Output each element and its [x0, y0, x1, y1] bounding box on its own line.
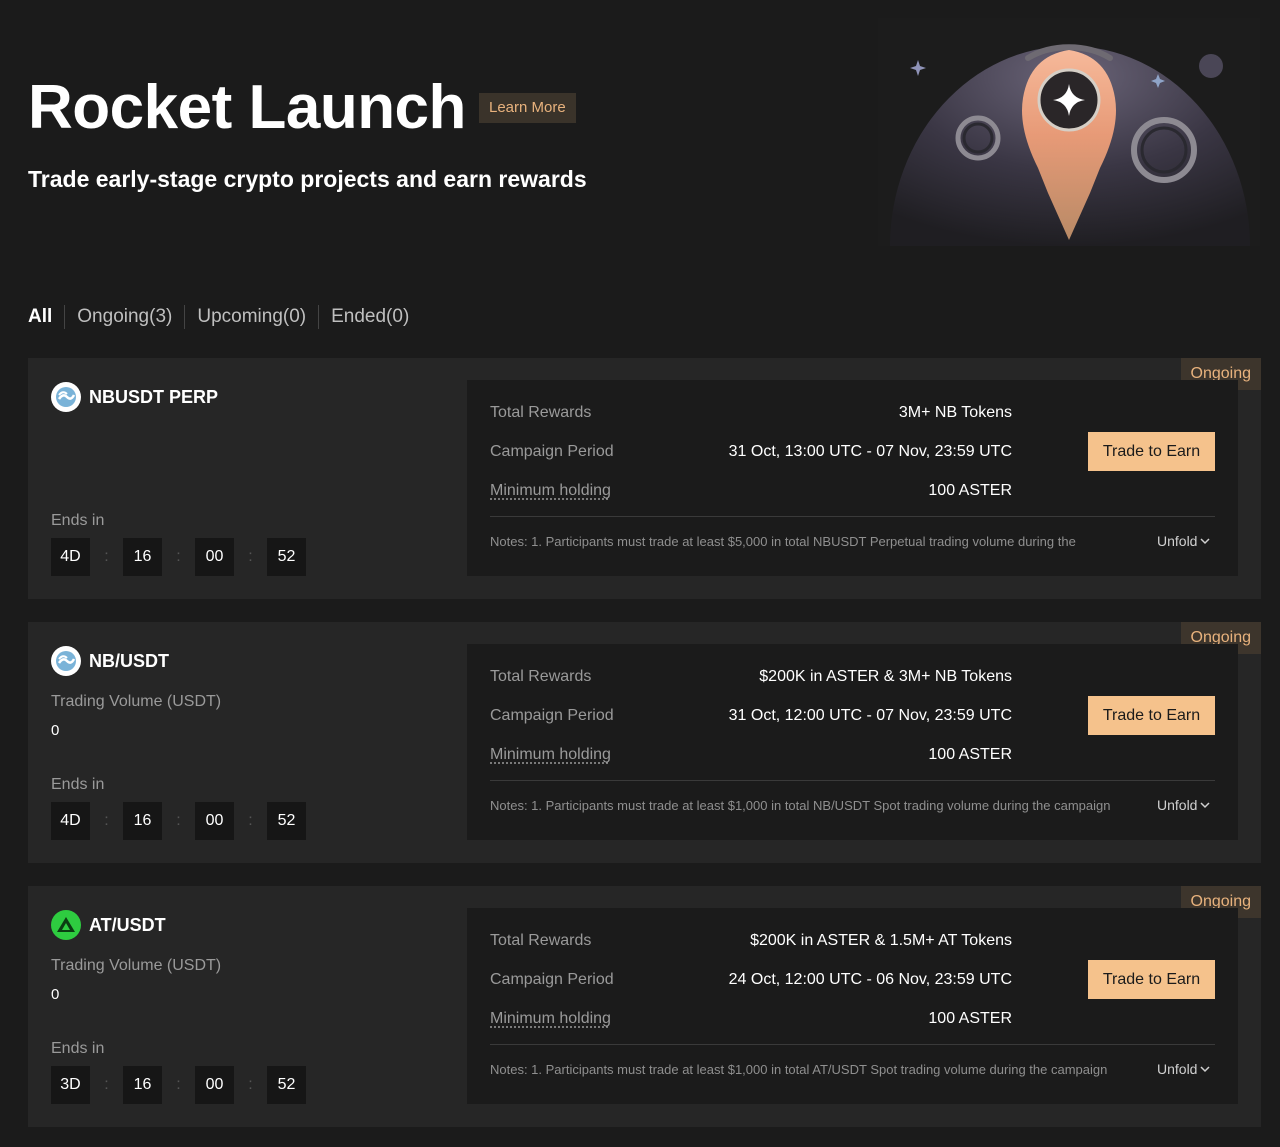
total-rewards-value: 3M+ NB Tokens: [898, 404, 1012, 421]
page-title: Rocket Launch: [28, 73, 466, 142]
countdown-separator: :: [104, 548, 109, 565]
countdown-separator: :: [104, 1076, 109, 1093]
countdown-days: 3D: [51, 1066, 90, 1104]
trade-to-earn-button[interactable]: Trade to Earn: [1088, 432, 1215, 471]
ends-in-label: Ends in: [51, 776, 105, 793]
campaign-card: Ongoing NBUSDT PERP Ends in 4D : 16 : 00…: [28, 358, 1261, 599]
unfold-label: Unfold: [1157, 1061, 1198, 1077]
campaign-card: Ongoing NB/USDT Trading Volume (USDT) 0 …: [28, 622, 1261, 863]
unfold-label: Unfold: [1157, 797, 1198, 813]
total-rewards-label: Total Rewards: [490, 404, 592, 421]
campaign-period-value: 31 Oct, 13:00 UTC - 07 Nov, 23:59 UTC: [728, 443, 1012, 460]
unfold-button[interactable]: Unfold: [1157, 1061, 1210, 1077]
learn-more-button[interactable]: Learn More: [479, 93, 576, 123]
tab-upcoming[interactable]: Upcoming(0): [197, 306, 306, 328]
divider: [490, 516, 1215, 517]
campaign-info-panel: Total Rewards $200K in ASTER & 1.5M+ AT …: [467, 908, 1238, 1104]
countdown-minutes: 00: [195, 538, 234, 576]
tab-divider: [184, 305, 186, 329]
campaign-info-panel: Total Rewards 3M+ NB Tokens Campaign Per…: [467, 380, 1238, 576]
campaign-period-value: 31 Oct, 12:00 UTC - 07 Nov, 23:59 UTC: [728, 707, 1012, 724]
countdown-timer: 4D : 16 : 00 : 52: [51, 538, 306, 576]
total-rewards-label: Total Rewards: [490, 932, 592, 949]
chevron-down-icon: [1200, 538, 1210, 545]
trading-volume-label: Trading Volume (USDT): [51, 957, 222, 974]
trading-pair: NB/USDT: [51, 646, 169, 676]
trading-pair: AT/USDT: [51, 910, 166, 940]
campaign-notes: Notes: 1. Participants must trade at lea…: [490, 534, 1076, 549]
minimum-holding-value: 100 ASTER: [928, 1010, 1012, 1027]
campaign-card: Ongoing AT/USDT Trading Volume (USDT) 0 …: [28, 886, 1261, 1127]
countdown-days: 4D: [51, 802, 90, 840]
countdown-timer: 3D : 16 : 00 : 52: [51, 1066, 306, 1104]
campaign-period-label: Campaign Period: [490, 707, 614, 724]
countdown-separator: :: [104, 812, 109, 829]
countdown-hours: 16: [123, 1066, 162, 1104]
unfold-button[interactable]: Unfold: [1157, 797, 1210, 813]
countdown-separator: :: [176, 1076, 181, 1093]
tab-ended[interactable]: Ended(0): [331, 306, 409, 328]
countdown-minutes: 00: [195, 1066, 234, 1104]
minimum-holding-label[interactable]: Minimum holding: [490, 746, 611, 764]
divider: [490, 1044, 1215, 1045]
trade-to-earn-button[interactable]: Trade to Earn: [1088, 960, 1215, 999]
countdown-separator: :: [248, 548, 253, 565]
campaign-period-label: Campaign Period: [490, 443, 614, 460]
rocket-launch-page: Rocket Launch Learn More Trade early-sta…: [0, 0, 1280, 1147]
trading-volume-value: 0: [51, 986, 60, 1003]
divider: [490, 780, 1215, 781]
campaign-info-panel: Total Rewards $200K in ASTER & 3M+ NB To…: [467, 644, 1238, 840]
campaign-period-label: Campaign Period: [490, 971, 614, 988]
countdown-separator: :: [248, 812, 253, 829]
total-rewards-value: $200K in ASTER & 1.5M+ AT Tokens: [750, 932, 1012, 949]
page-subtitle: Trade early-stage crypto projects and ea…: [28, 166, 587, 192]
tab-divider: [64, 305, 66, 329]
minimum-holding-label[interactable]: Minimum holding: [490, 482, 611, 500]
campaign-notes: Notes: 1. Participants must trade at lea…: [490, 798, 1111, 813]
trading-volume-label: Trading Volume (USDT): [51, 693, 222, 710]
pair-name: AT/USDT: [89, 914, 166, 935]
ends-in-label: Ends in: [51, 512, 105, 529]
countdown-minutes: 00: [195, 802, 234, 840]
unfold-button[interactable]: Unfold: [1157, 533, 1210, 549]
countdown-seconds: 52: [267, 538, 306, 576]
tab-all[interactable]: All: [28, 306, 52, 328]
nb-token-icon: [51, 382, 81, 412]
pair-name: NB/USDT: [89, 650, 169, 671]
at-token-icon: [51, 910, 81, 940]
countdown-seconds: 52: [267, 802, 306, 840]
countdown-hours: 16: [123, 802, 162, 840]
total-rewards-value: $200K in ASTER & 3M+ NB Tokens: [759, 668, 1012, 685]
chevron-down-icon: [1200, 1066, 1210, 1073]
unfold-label: Unfold: [1157, 533, 1198, 549]
nb-token-icon: [51, 646, 81, 676]
countdown-separator: :: [176, 548, 181, 565]
chevron-down-icon: [1200, 802, 1210, 809]
minimum-holding-label[interactable]: Minimum holding: [490, 1010, 611, 1028]
countdown-days: 4D: [51, 538, 90, 576]
minimum-holding-value: 100 ASTER: [928, 482, 1012, 499]
countdown-timer: 4D : 16 : 00 : 52: [51, 802, 306, 840]
pair-name: NBUSDT PERP: [89, 386, 219, 407]
campaign-period-value: 24 Oct, 12:00 UTC - 06 Nov, 23:59 UTC: [728, 971, 1012, 988]
countdown-seconds: 52: [267, 1066, 306, 1104]
trade-to-earn-button[interactable]: Trade to Earn: [1088, 696, 1215, 735]
campaign-notes: Notes: 1. Participants must trade at lea…: [490, 1062, 1108, 1077]
countdown-hours: 16: [123, 538, 162, 576]
countdown-separator: :: [176, 812, 181, 829]
total-rewards-label: Total Rewards: [490, 668, 592, 685]
rocket-pin-planet-illustration: [878, 18, 1260, 246]
minimum-holding-value: 100 ASTER: [928, 746, 1012, 763]
countdown-separator: :: [248, 1076, 253, 1093]
trading-pair: NBUSDT PERP: [51, 382, 218, 412]
tab-ongoing[interactable]: Ongoing(3): [77, 306, 172, 328]
ends-in-label: Ends in: [51, 1040, 105, 1057]
trading-volume-value: 0: [51, 722, 60, 739]
tab-divider: [318, 305, 320, 329]
campaign-filter-tabs: All Ongoing(3) Upcoming(0) Ended(0): [28, 303, 409, 331]
